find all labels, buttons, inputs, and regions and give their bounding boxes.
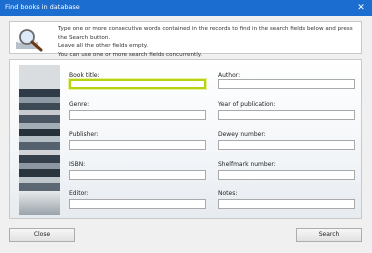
notes-label: Notes:: [218, 190, 238, 197]
isbn-input[interactable]: [69, 170, 206, 180]
year-label: Year of publication:: [218, 101, 276, 108]
search-button[interactable]: Search: [296, 228, 362, 242]
genre-label: Genre:: [69, 101, 90, 108]
publisher-input[interactable]: [69, 140, 206, 150]
close-icon[interactable]: ✕: [355, 2, 367, 14]
editor-label: Editor:: [69, 190, 89, 197]
books-image: [19, 65, 60, 215]
close-button[interactable]: Close: [9, 228, 75, 242]
author-label: Author:: [218, 72, 241, 79]
info-box: Type one or more consecutive words conta…: [9, 21, 362, 58]
search-fields-panel: Book title: Genre: Publisher: ISBN: Edit…: [9, 59, 362, 219]
shelfmark-label: Shelfmark number:: [218, 161, 276, 168]
notes-input[interactable]: [218, 199, 355, 209]
editor-input[interactable]: [69, 199, 206, 209]
title-bar: Find books in database ✕: [0, 0, 372, 16]
info-line-2: Leave all the other fields empty.: [58, 43, 149, 49]
info-line-3: You can use one or more search fields co…: [58, 51, 203, 58]
info-line-1: Type one or more consecutive words conta…: [58, 26, 353, 41]
isbn-label: ISBN:: [69, 161, 86, 168]
year-input[interactable]: [218, 110, 355, 120]
author-input[interactable]: [218, 79, 355, 89]
genre-input[interactable]: [69, 110, 206, 120]
book-title-label: Book title:: [69, 72, 100, 79]
window-title: Find books in database: [5, 3, 80, 11]
publisher-label: Publisher:: [69, 131, 99, 138]
find-books-dialog: Find books in database ✕ Type one or mor…: [0, 0, 372, 253]
book-title-input[interactable]: [69, 79, 206, 89]
dewey-input[interactable]: [218, 140, 355, 150]
dewey-label: Dewey number:: [218, 131, 266, 138]
magnifier-icon: [16, 29, 43, 52]
shelfmark-input[interactable]: [218, 170, 355, 180]
